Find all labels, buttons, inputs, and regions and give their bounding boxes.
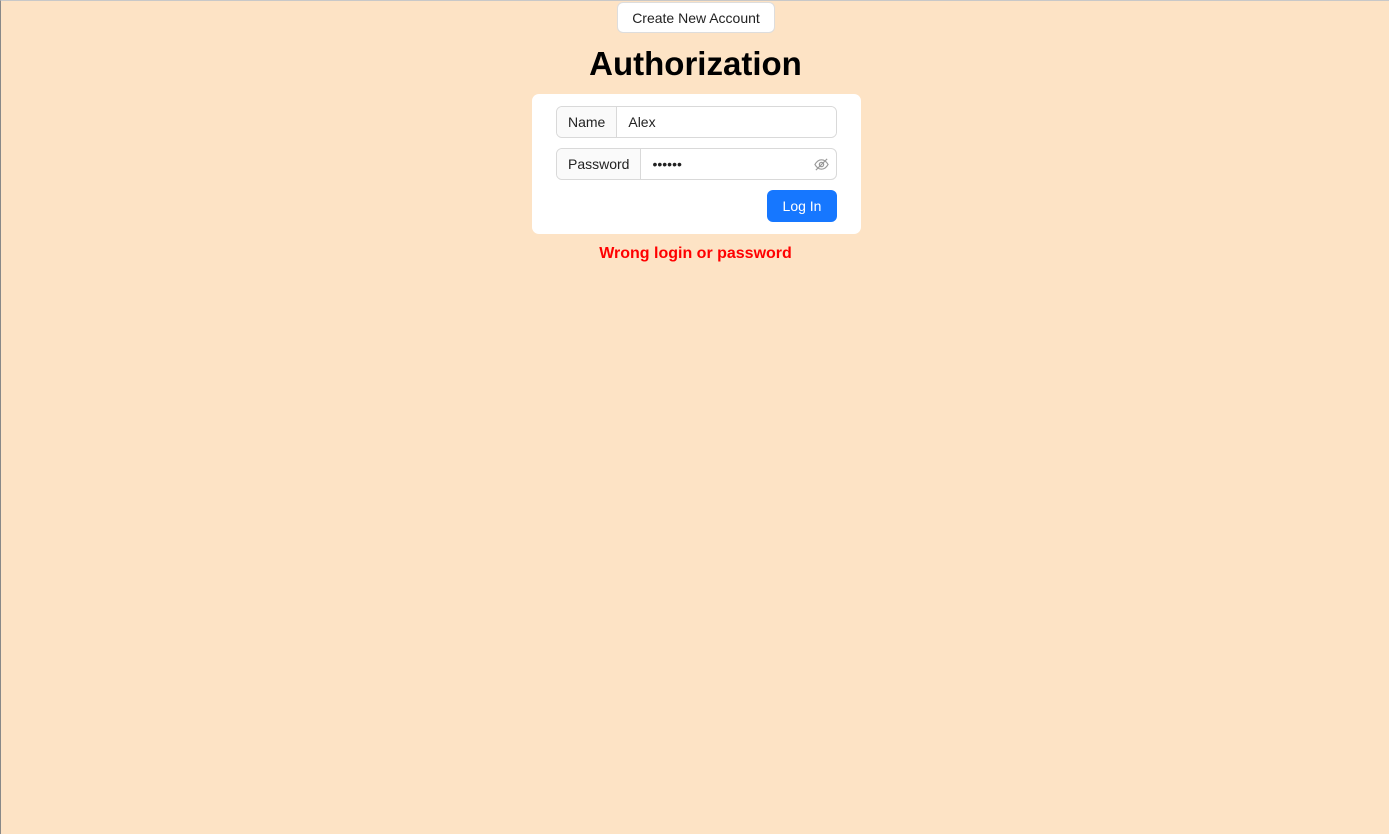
- page-title: Authorization: [589, 45, 802, 82]
- error-message: Wrong login or password: [599, 245, 792, 262]
- name-label: Name: [557, 107, 618, 137]
- create-account-button[interactable]: Create New Account: [617, 2, 775, 33]
- login-button[interactable]: Log In: [767, 190, 837, 222]
- eye-invisible-icon[interactable]: [806, 149, 836, 179]
- name-field-group: Name: [556, 106, 837, 138]
- password-label: Password: [557, 149, 642, 179]
- login-card: Name Password Log In: [532, 94, 861, 234]
- password-field-group: Password: [556, 148, 837, 180]
- name-input[interactable]: [617, 107, 836, 137]
- password-input[interactable]: [641, 149, 806, 179]
